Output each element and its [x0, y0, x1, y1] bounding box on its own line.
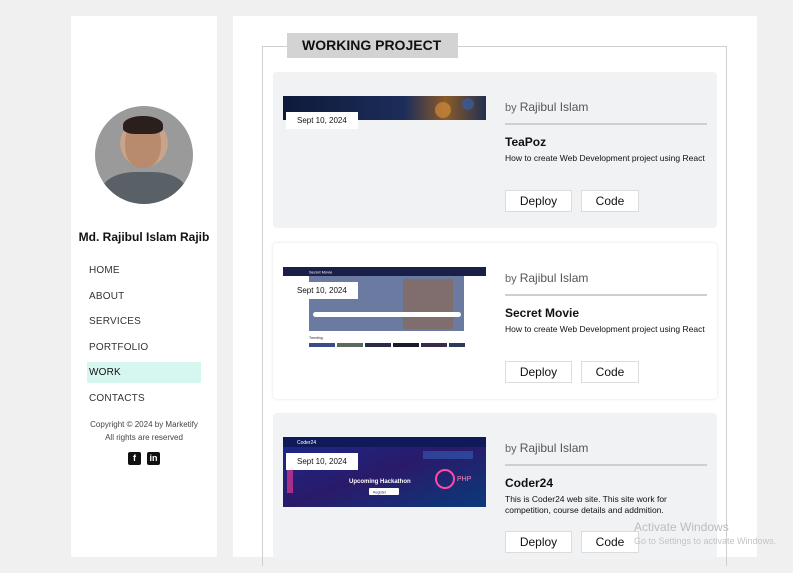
project-thumbnail: Coder24 PHP Upcoming Hackathon Register — [283, 437, 486, 507]
project-title[interactable]: TeaPoz — [505, 135, 546, 149]
thumb-badge: PHP — [457, 476, 472, 483]
facebook-icon[interactable]: f — [128, 452, 141, 465]
divider — [505, 294, 707, 296]
project-thumbnail: Secret Movie Trending — [283, 267, 486, 347]
by-prefix: by — [505, 443, 517, 455]
project-description: This is Coder24 web site. This site work… — [505, 494, 667, 515]
profile-name: Md. Rajibul Islam Rajib — [78, 230, 210, 244]
divider — [505, 123, 707, 125]
rights-line: All rights are reserved — [105, 433, 183, 442]
copyright: Copyright © 2024 by Marketify All rights… — [71, 418, 217, 444]
project-date: Sept 10, 2024 — [286, 112, 358, 129]
project-description: How to create Web Development project us… — [505, 324, 705, 334]
by-prefix: by — [505, 273, 517, 285]
thumb-section-label: Trending — [309, 336, 323, 340]
project-date: Sept 10, 2024 — [286, 282, 358, 299]
nav-item-work[interactable]: WORK — [87, 362, 201, 383]
deploy-button[interactable]: Deploy — [505, 361, 572, 383]
nav-item-portfolio[interactable]: PORTFOLIO — [87, 337, 201, 358]
sidebar: Md. Rajibul Islam Rajib HOME ABOUT SERVI… — [71, 16, 217, 557]
divider — [505, 464, 707, 466]
secret-movie-thumbnail-image: Secret Movie Trending — [283, 267, 486, 347]
avatar-hair — [123, 116, 163, 134]
thumb-button: Register — [373, 491, 387, 495]
sidebar-nav: HOME ABOUT SERVICES PORTFOLIO WORK CONTA… — [87, 260, 201, 413]
thumb-brand: Coder24 — [297, 440, 316, 446]
project-description: How to create Web Development project us… — [505, 153, 705, 163]
linkedin-icon[interactable]: in — [147, 452, 160, 465]
main-content: WORKING PROJECT Sept 10, 2024 by Rajibul… — [233, 16, 757, 566]
deploy-button[interactable]: Deploy — [505, 190, 572, 212]
copyright-line: Copyright © 2024 by Marketify — [90, 420, 198, 429]
project-author: by Rajibul Islam — [505, 271, 588, 285]
nav-item-services[interactable]: SERVICES — [87, 311, 201, 332]
avatar — [95, 106, 193, 204]
deploy-button[interactable]: Deploy — [505, 531, 572, 553]
author-name[interactable]: Rajibul Islam — [520, 441, 589, 455]
code-button[interactable]: Code — [581, 190, 639, 212]
activation-watermark-title: Activate Windows — [634, 520, 729, 534]
project-card: Sept 10, 2024 by Rajibul Islam TeaPoz Ho… — [273, 72, 717, 228]
section-heading: WORKING PROJECT — [287, 33, 458, 58]
nav-item-about[interactable]: ABOUT — [87, 286, 201, 307]
activation-watermark-subtitle: Go to Settings to activate Windows. — [634, 536, 777, 546]
project-card: Secret Movie Trending Sept 10, 2024 by R… — [273, 243, 717, 399]
by-prefix: by — [505, 102, 517, 114]
project-author: by Rajibul Islam — [505, 100, 588, 114]
nav-item-contacts[interactable]: CONTACTS — [87, 388, 201, 409]
thumb-nav-title: Secret Movie — [309, 270, 333, 275]
code-button[interactable]: Code — [581, 361, 639, 383]
project-date: Sept 10, 2024 — [286, 453, 358, 470]
author-name[interactable]: Rajibul Islam — [520, 271, 589, 285]
thumb-headline: Upcoming Hackathon — [349, 479, 411, 485]
project-title[interactable]: Coder24 — [505, 476, 553, 490]
avatar-shirt — [101, 172, 187, 204]
nav-item-home[interactable]: HOME — [87, 260, 201, 281]
coder24-thumbnail-image: Coder24 PHP Upcoming Hackathon Register — [283, 437, 486, 507]
project-author: by Rajibul Islam — [505, 441, 588, 455]
code-button[interactable]: Code — [581, 531, 639, 553]
project-title[interactable]: Secret Movie — [505, 306, 579, 320]
social-links: f in — [128, 452, 160, 465]
author-name[interactable]: Rajibul Islam — [520, 100, 589, 114]
